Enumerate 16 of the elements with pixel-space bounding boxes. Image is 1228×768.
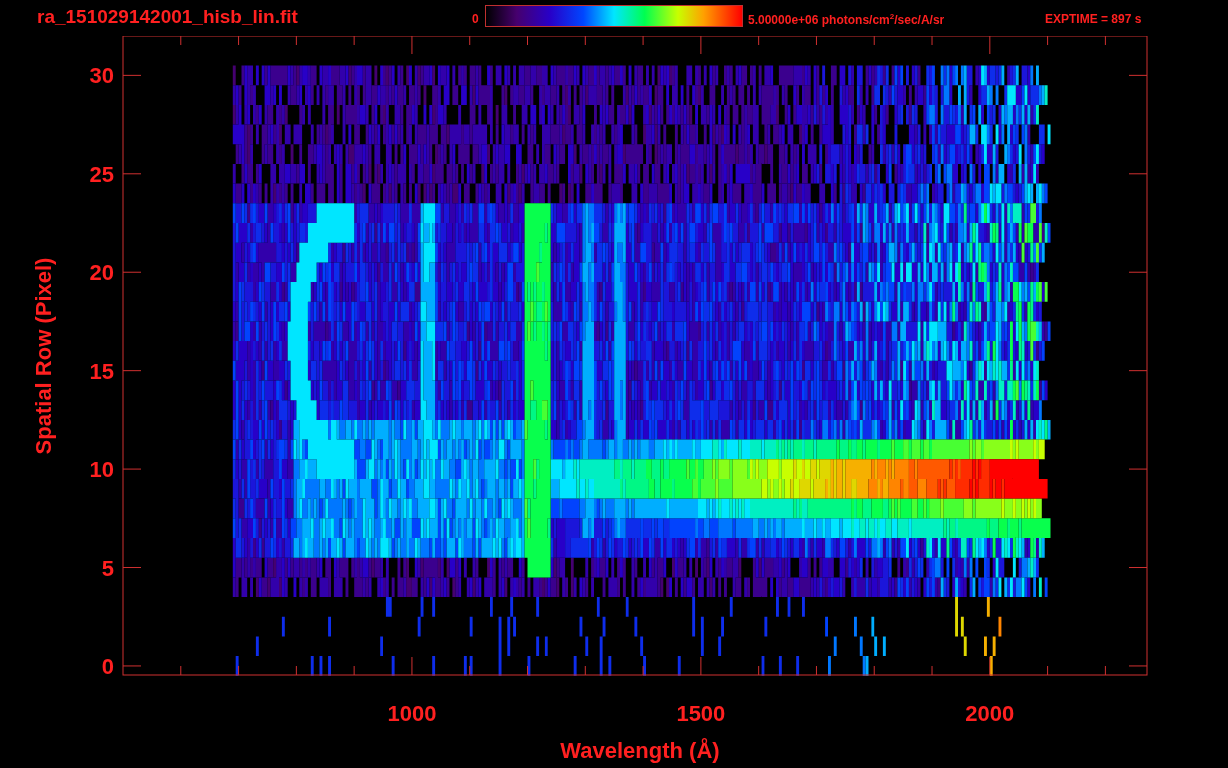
x-axis-title: Wavelength (Å) [560, 738, 720, 763]
y-tick-label: 5 [101, 555, 114, 581]
y-axis-title: Spatial Row (Pixel) [31, 257, 56, 455]
file-name: ra_151029142001_hisb_lin.fit [37, 6, 298, 28]
y-tick-label: 10 [89, 457, 114, 483]
x-tick-label: 2000 [965, 701, 1015, 726]
y-tick-label: 30 [89, 63, 114, 89]
y-tick-label: 25 [89, 161, 114, 187]
y-tick-label: 15 [89, 358, 114, 384]
colorbar-max-label: 5.00000e+06 photons/cm$^{2}$/sec/A/sr [748, 12, 945, 27]
colorbar-min-label: 0 [472, 12, 479, 26]
x-tick-label: 1000 [387, 701, 437, 726]
y-tick-label: 0 [101, 653, 114, 679]
y-tick-label: 20 [89, 260, 114, 286]
exposure-time: EXPTIME = 897 s [1045, 12, 1142, 26]
x-tick-label: 1500 [676, 701, 726, 726]
